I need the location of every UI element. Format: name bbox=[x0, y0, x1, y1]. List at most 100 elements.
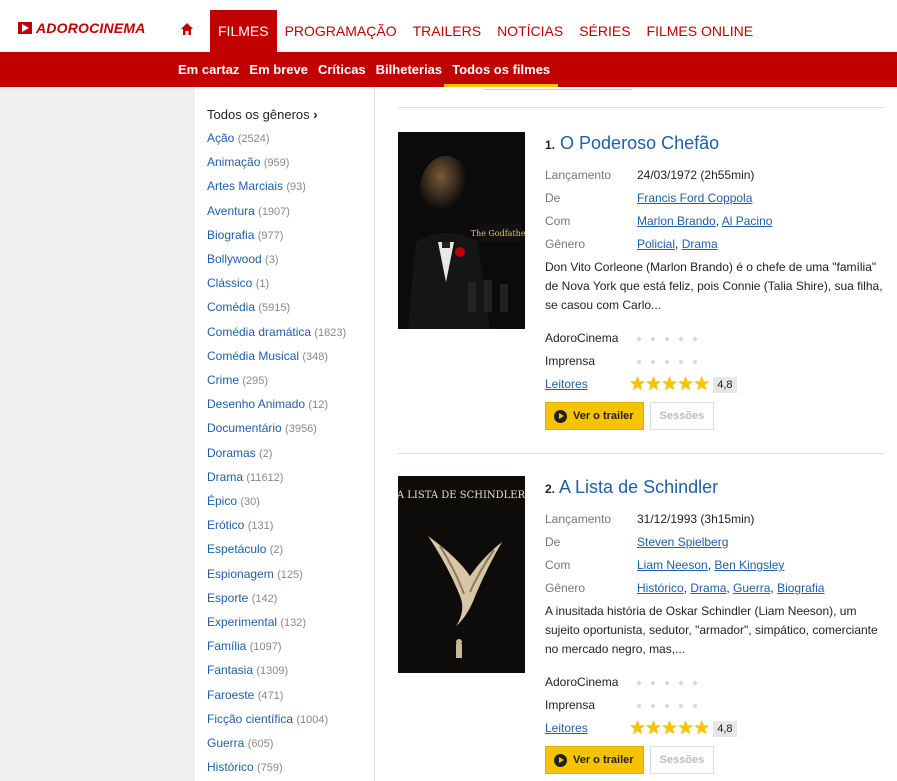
genre-item[interactable]: Doramas (2) bbox=[207, 442, 374, 466]
genre-item[interactable]: Erótico (131) bbox=[207, 514, 374, 538]
movie-poster[interactable]: The Godfather bbox=[398, 132, 525, 329]
genre-item[interactable]: Comédia dramática (1823) bbox=[207, 321, 374, 345]
nav-item-series[interactable]: SÉRIES bbox=[571, 10, 638, 52]
genre-item[interactable]: Épico (30) bbox=[207, 490, 374, 514]
nav-item-filmes-online[interactable]: FILMES ONLINE bbox=[639, 10, 762, 52]
genre-item[interactable]: Crime (295) bbox=[207, 369, 374, 393]
genre-item[interactable]: Guerra (605) bbox=[207, 732, 374, 756]
empty-rating-dots bbox=[629, 359, 697, 364]
genre-item[interactable]: Fantasia (1309) bbox=[207, 659, 374, 683]
genre-item[interactable]: Documentário (3956) bbox=[207, 417, 374, 441]
watch-trailer-button[interactable]: Ver o trailer bbox=[545, 402, 644, 430]
poster-title: The Godfather bbox=[471, 229, 525, 238]
genre-item[interactable]: Drama (11612) bbox=[207, 466, 374, 490]
subnav-item-bilheterias[interactable]: Bilheterias bbox=[376, 52, 442, 87]
genre-item[interactable]: Histórico (759) bbox=[207, 756, 374, 780]
genre-item[interactable]: Animação (959) bbox=[207, 151, 374, 175]
genre-name: Comédia Musical bbox=[207, 348, 300, 363]
link-item[interactable]: Policial bbox=[637, 237, 675, 251]
genre-item[interactable]: Bollywood (3) bbox=[207, 248, 374, 272]
rating-adorocinema: AdoroCinema bbox=[545, 671, 885, 694]
trailer-button-label: Ver o trailer bbox=[573, 754, 634, 766]
genre-count: (2524) bbox=[237, 133, 270, 145]
genre-label: Gênero bbox=[545, 581, 586, 595]
genre-item[interactable]: Ação (2524) bbox=[207, 127, 374, 151]
genre-item[interactable]: Espetáculo (2) bbox=[207, 538, 374, 562]
genre-item[interactable]: Artes Marciais (93) bbox=[207, 175, 374, 199]
genre-item[interactable]: Espionagem (125) bbox=[207, 563, 374, 587]
readers-link[interactable]: Leitores bbox=[545, 717, 629, 740]
link-item[interactable]: Marlon Brando bbox=[637, 214, 716, 228]
star-icon: ★ bbox=[645, 718, 663, 739]
readers-link[interactable]: Leitores bbox=[545, 373, 629, 396]
subnav-item-criticas[interactable]: Críticas bbox=[318, 52, 366, 87]
genre-count: (348) bbox=[302, 350, 329, 363]
subnav-item-todos-os-filmes[interactable]: Todos os filmes bbox=[444, 52, 559, 87]
genre-count: (12) bbox=[308, 399, 328, 412]
rating-label: Imprensa bbox=[545, 354, 596, 368]
link-item[interactable]: Liam Neeson bbox=[637, 558, 708, 572]
genre-item[interactable]: Experimental (132) bbox=[207, 611, 374, 635]
star-icon: ★ bbox=[661, 374, 679, 395]
genre-item[interactable]: Comédia (5915) bbox=[207, 296, 374, 320]
rating-label: AdoroCinema bbox=[545, 331, 619, 345]
nav-item-programacao[interactable]: PROGRAMAÇÃO bbox=[277, 10, 405, 52]
link-item[interactable]: Guerra bbox=[733, 581, 770, 595]
home-icon[interactable] bbox=[180, 22, 194, 36]
star-rating: ★ ★ ★ ★ ★ bbox=[629, 718, 710, 739]
site-logo[interactable]: ADOROCINEMA bbox=[18, 20, 146, 36]
genre-count: (2) bbox=[269, 544, 284, 557]
genre-item[interactable]: Aventura (1907) bbox=[207, 200, 374, 224]
genre-item[interactable]: Família (1097) bbox=[207, 635, 374, 659]
director-link[interactable]: Steven Spielberg bbox=[637, 535, 728, 549]
link-item[interactable]: Drama bbox=[682, 237, 718, 251]
genre-item[interactable]: Biografia (977) bbox=[207, 224, 374, 248]
link-item[interactable]: Al Pacino bbox=[722, 214, 773, 228]
empty-rating-dots bbox=[629, 336, 697, 341]
empty-rating-dots bbox=[629, 680, 697, 685]
director-row: De Steven Spielberg bbox=[545, 531, 885, 554]
director-link[interactable]: Francis Ford Coppola bbox=[637, 191, 752, 205]
sessions-button[interactable]: Sessões bbox=[649, 402, 715, 430]
star-icon: ★ bbox=[629, 374, 647, 395]
movie-poster[interactable]: A LISTA DE SCHINDLER bbox=[398, 476, 525, 673]
watch-trailer-button[interactable]: Ver o trailer bbox=[545, 746, 644, 774]
movie-title[interactable]: 2. A Lista de Schindler bbox=[545, 476, 885, 500]
genre-name: Doramas bbox=[207, 445, 256, 460]
subnav-item-em-breve[interactable]: Em breve bbox=[249, 52, 308, 87]
genre-count: (1823) bbox=[314, 326, 347, 339]
genre-count: (11612) bbox=[246, 471, 284, 484]
play-icon bbox=[554, 753, 567, 767]
genre-count: (3956) bbox=[285, 423, 317, 436]
link-item[interactable]: Histórico bbox=[637, 581, 684, 595]
genre-item[interactable]: Desenho Animado (12) bbox=[207, 393, 374, 417]
subnav-item-em-cartaz[interactable]: Em cartaz bbox=[178, 52, 239, 87]
tab-underline bbox=[484, 87, 632, 90]
movie-title[interactable]: 1. O Poderoso Chefão bbox=[545, 132, 885, 156]
action-buttons: Ver o trailer Sessões bbox=[545, 746, 885, 774]
genre-count: (2) bbox=[259, 447, 273, 460]
genre-item[interactable]: Clássico (1) bbox=[207, 272, 374, 296]
nav-item-noticias[interactable]: NOTÍCIAS bbox=[489, 10, 571, 52]
genre-item[interactable]: Ficção científica (1004) bbox=[207, 708, 374, 732]
nav-item-filmes[interactable]: FILMES bbox=[210, 10, 277, 52]
genre-name: Ação bbox=[207, 131, 235, 145]
link-item[interactable]: Ben Kingsley bbox=[714, 558, 784, 572]
sessions-button[interactable]: Sessões bbox=[649, 746, 715, 774]
genre-item[interactable]: Comédia Musical (348) bbox=[207, 345, 374, 369]
all-genres-link[interactable]: Todos os gêneros › bbox=[207, 107, 374, 122]
link-item[interactable]: Drama bbox=[690, 581, 726, 595]
genre-item[interactable]: Faroeste (471) bbox=[207, 684, 374, 708]
link-item[interactable]: Biografia bbox=[777, 581, 824, 595]
release-value: 31/12/1993 (3h15min) bbox=[637, 512, 755, 526]
genre-label: Gênero bbox=[545, 237, 586, 251]
genre-name: Épico bbox=[207, 494, 238, 509]
release-row: Lançamento 31/12/1993 (3h15min) bbox=[545, 508, 885, 531]
genre-count: (1309) bbox=[256, 665, 289, 678]
genre-count: (959) bbox=[263, 157, 290, 170]
genre-item[interactable]: Esporte (142) bbox=[207, 587, 374, 611]
director-label: De bbox=[545, 535, 561, 549]
genre-sidebar: Todos os gêneros › Ação (2524) Animação (… bbox=[195, 87, 375, 781]
nav-item-trailers[interactable]: TRAILERS bbox=[405, 10, 489, 52]
rating-adorocinema: AdoroCinema bbox=[545, 327, 885, 350]
